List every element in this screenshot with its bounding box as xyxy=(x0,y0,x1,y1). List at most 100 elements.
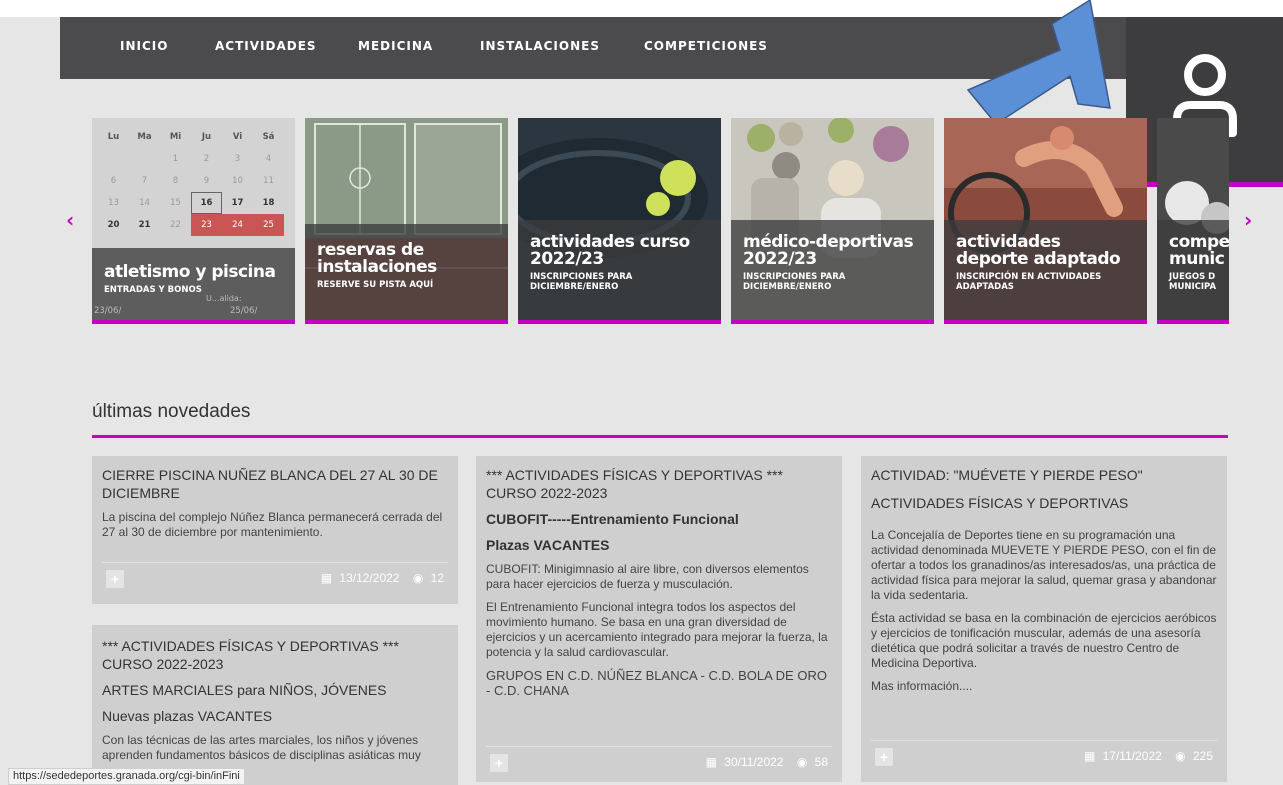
news-meta: ▦ 13/12/2022 ◉ 12 xyxy=(317,571,444,585)
card-caption: compe munic JUEGOS D MUNICIPA xyxy=(1157,220,1229,320)
calendar-day: 7 xyxy=(141,176,148,186)
news-subtitle: Nuevas plazas VACANTES xyxy=(102,708,273,724)
news-footer: + ▦ 13/12/2022 ◉ 12 xyxy=(102,562,448,592)
nav-item-competiciones[interactable]: COMPETICIONES xyxy=(644,39,768,53)
card-caption: actividades curso 2022/23 INSCRIPCIONES … xyxy=(518,220,721,320)
news-meta: ▦ 17/11/2022 ◉ 225 xyxy=(1080,749,1213,763)
calendar-day-highlighted: 25 xyxy=(253,214,284,236)
calendar-day: 13 xyxy=(108,198,119,208)
plus-icon[interactable]: + xyxy=(490,754,508,772)
card-title: médico-deportivas 2022/23 xyxy=(743,232,914,269)
calendar-day: 20 xyxy=(107,220,120,230)
eye-icon: ◉ xyxy=(412,571,424,585)
carousel-prev-button[interactable]: ‹ xyxy=(66,208,74,232)
section-title: últimas novedades xyxy=(92,401,251,422)
calendar-day: 3 xyxy=(234,154,241,164)
calendar-validity-label: U...alida: xyxy=(206,294,242,303)
card-caption: actividades deporte adaptado INSCRIPCIÓN… xyxy=(944,220,1147,320)
news-footer: + ▦ 17/11/2022 ◉ 225 xyxy=(871,740,1217,770)
calendar-day: 18 xyxy=(262,198,275,208)
plus-icon[interactable]: + xyxy=(875,748,893,766)
top-strip xyxy=(0,0,1283,17)
carousel-card-actividades-curso[interactable]: actividades curso 2022/23 INSCRIPCIONES … xyxy=(518,118,721,324)
news-title[interactable]: ACTIVIDAD: "MUÉVETE Y PIERDE PESO" xyxy=(871,466,1217,484)
eye-icon: ◉ xyxy=(1175,749,1186,763)
calendar-day: 9 xyxy=(203,176,210,186)
calendar-day-header: Ju xyxy=(201,132,212,142)
carousel-card-atletismo[interactable]: Lu Ma Mi Ju Vi Sá 1 2 3 4 6 7 8 9 10 11 … xyxy=(92,118,295,324)
news-subtitle: CUBOFIT-----Entrenamiento Funcional xyxy=(486,511,739,527)
card-title: atletismo y piscina xyxy=(104,262,276,282)
news-title[interactable]: *** ACTIVIDADES FÍSICAS Y DEPORTIVAS ***… xyxy=(102,637,448,673)
calendar-day: 21 xyxy=(138,220,151,230)
calendar-day: 6 xyxy=(110,176,117,186)
calendar-icon: ▦ xyxy=(1083,749,1096,763)
card-caption: reservas de instalaciones RESERVE SU PIS… xyxy=(305,224,508,320)
news-date: 13/12/2022 xyxy=(339,571,400,585)
calendar-day: 10 xyxy=(232,176,243,186)
nav-item-instalaciones[interactable]: INSTALACIONES xyxy=(480,39,600,53)
card-title: reservas de instalaciones xyxy=(317,240,437,277)
news-views: 58 xyxy=(814,755,828,769)
calendar-date-right: 25/06/ xyxy=(230,306,258,316)
carousel-next-button[interactable]: › xyxy=(1244,208,1252,232)
news-subtitle: ACTIVIDADES FÍSICAS Y DEPORTIVAS xyxy=(871,495,1129,511)
calendar-day: 2 xyxy=(203,154,210,164)
news-subtitle: Plazas VACANTES xyxy=(486,537,610,553)
card-caption: atletismo y piscina ENTRADAS Y BONOS U..… xyxy=(92,248,295,320)
calendar-validity: U...alida: xyxy=(96,294,242,303)
carousel-card-competiciones[interactable]: compe munic JUEGOS D MUNICIPA xyxy=(1157,118,1229,324)
card-title: actividades curso 2022/23 xyxy=(530,232,690,269)
chevron-right-icon: › xyxy=(1244,208,1253,232)
plus-icon[interactable]: + xyxy=(106,570,124,588)
news-card[interactable]: *** ACTIVIDADES FÍSICAS Y DEPORTIVAS ***… xyxy=(476,456,842,782)
news-card[interactable]: ACTIVIDAD: "MUÉVETE Y PIERDE PESO" ACTIV… xyxy=(861,456,1227,782)
news-meta: ▦ 30/11/2022 ◉ 58 xyxy=(702,755,828,769)
news-card[interactable]: CIERRE PISCINA NUÑEZ BLANCA DEL 27 AL 30… xyxy=(92,456,458,604)
calendar-day: 14 xyxy=(139,198,150,208)
news-subtitle: ARTES MARCIALES para NIÑOS, JÓVENES xyxy=(102,682,387,698)
news-title[interactable]: *** ACTIVIDADES FÍSICAS Y DEPORTIVAS ***… xyxy=(486,466,832,502)
calendar-day-header: Mi xyxy=(169,132,182,142)
news-views: 225 xyxy=(1192,749,1213,763)
carousel-card-reservas[interactable]: reservas de instalaciones RESERVE SU PIS… xyxy=(305,118,508,324)
news-more-link[interactable]: Mas información.... xyxy=(871,679,1217,694)
calendar-day-header: Lu xyxy=(107,132,120,142)
carousel-card-medico-deportivas[interactable]: médico-deportivas 2022/23 INSCRIPCIONES … xyxy=(731,118,934,324)
nav-item-inicio[interactable]: INICIO xyxy=(120,39,168,53)
card-title: actividades deporte adaptado xyxy=(956,232,1121,269)
calendar-day-highlighted: 24 xyxy=(222,214,253,236)
carousel-card-deporte-adaptado[interactable]: actividades deporte adaptado INSCRIPCIÓN… xyxy=(944,118,1147,324)
news-body: Con las técnicas de las artes marciales,… xyxy=(102,733,421,762)
news-body: La Concejalía de Deportes tiene en su pr… xyxy=(871,528,1217,602)
calendar-day: 22 xyxy=(170,220,181,230)
card-subtitle: INSCRIPCIONES PARA DICIEMBRE/ENERO xyxy=(530,272,633,292)
nav-item-actividades[interactable]: ACTIVIDADES xyxy=(215,39,317,53)
calendar-date-left: 23/06/ xyxy=(94,306,122,316)
calendar-day-header: Sá xyxy=(262,132,275,142)
news-title[interactable]: CIERRE PISCINA NUÑEZ BLANCA DEL 27 AL 30… xyxy=(102,466,448,502)
news-views: 12 xyxy=(430,571,444,585)
card-subtitle: INSCRIPCIÓN EN ACTIVIDADES ADAPTADAS xyxy=(956,272,1102,292)
calendar-day: 1 xyxy=(172,154,179,164)
eye-icon: ◉ xyxy=(796,755,808,769)
news-date: 17/11/2022 xyxy=(1102,749,1162,763)
card-subtitle: RESERVE SU PISTA AQUÍ xyxy=(317,280,434,290)
news-body: CUBOFIT: Minigimnasio al aire libre, con… xyxy=(486,562,809,591)
nav-item-medicina[interactable]: MEDICINA xyxy=(358,39,433,53)
news-body: GRUPOS EN C.D. NÚÑEZ BLANCA - C.D. BOLA … xyxy=(486,668,827,698)
calendar-day: 8 xyxy=(172,176,179,186)
calendar-dates: 23/06/ 25/06/ xyxy=(94,306,290,316)
news-card[interactable]: *** ACTIVIDADES FÍSICAS Y DEPORTIVAS ***… xyxy=(92,625,458,785)
calendar-grid: Lu Ma Mi Ju Vi Sá 1 2 3 4 6 7 8 9 10 11 … xyxy=(98,126,284,236)
calendar-day: 15 xyxy=(170,198,181,208)
calendar-day-header: Ma xyxy=(137,132,152,142)
card-title: compe munic xyxy=(1169,232,1229,269)
card-caption: médico-deportivas 2022/23 INSCRIPCIONES … xyxy=(731,220,934,320)
calendar-day-header: Vi xyxy=(232,132,243,142)
calendar-day: 17 xyxy=(231,198,244,208)
chevron-left-icon: ‹ xyxy=(66,208,75,232)
news-body: El Entrenamiento Funcional integra todos… xyxy=(486,600,828,659)
calendar-day-highlighted: 23 xyxy=(191,214,222,236)
news-footer: + ▦ 30/11/2022 ◉ 58 xyxy=(486,746,832,776)
